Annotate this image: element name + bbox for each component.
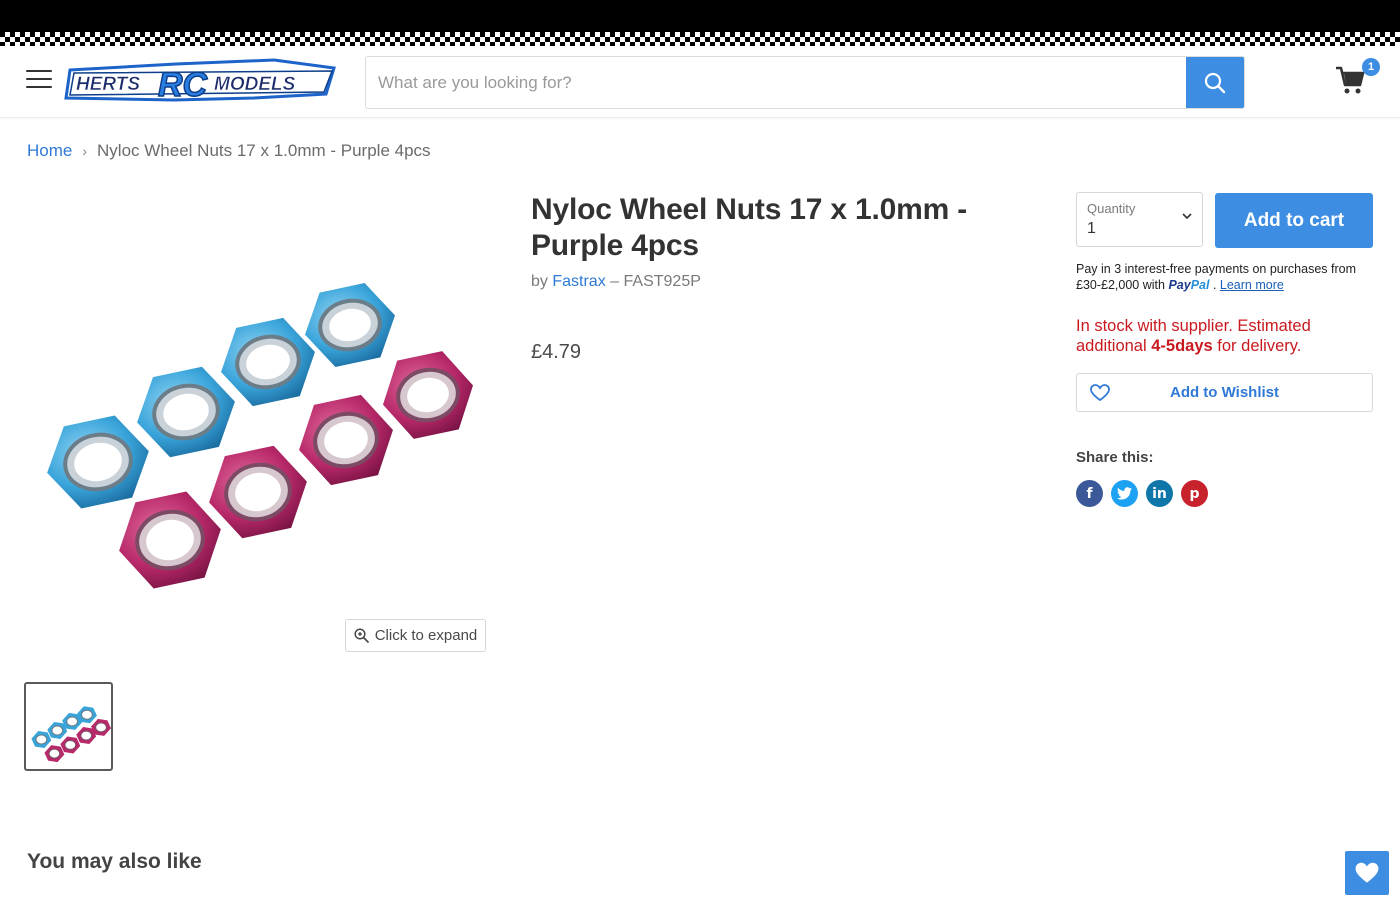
product-thumbnail[interactable] bbox=[24, 682, 113, 771]
twitter-bird-icon bbox=[1117, 487, 1132, 500]
breadcrumb: Home › Nyloc Wheel Nuts 17 x 1.0mm - Pur… bbox=[27, 141, 431, 161]
add-to-wishlist-button[interactable]: Add to Wishlist bbox=[1076, 373, 1373, 412]
paypal-learn-more-link[interactable]: Learn more bbox=[1220, 278, 1284, 292]
by-label: by bbox=[531, 273, 548, 290]
cart-button[interactable]: 1 bbox=[1334, 58, 1380, 100]
pinterest-share-icon[interactable]: p bbox=[1181, 480, 1208, 507]
search-input[interactable] bbox=[366, 57, 1186, 108]
share-icons: f in p bbox=[1076, 480, 1208, 507]
breadcrumb-separator: › bbox=[82, 143, 88, 159]
product-vendor-line: by Fastrax – FAST925P bbox=[531, 273, 701, 291]
site-logo[interactable]: HERTS RC MODELS bbox=[64, 54, 340, 110]
checkered-stripe bbox=[0, 32, 1400, 46]
search-icon bbox=[1204, 72, 1226, 93]
sku-separator: – bbox=[610, 273, 620, 290]
paypal-logo: PayPal bbox=[1168, 278, 1210, 292]
blue-nut bbox=[47, 415, 149, 509]
stock-text-post: for delivery. bbox=[1217, 337, 1302, 355]
linkedin-share-icon[interactable]: in bbox=[1146, 480, 1173, 507]
menu-button[interactable] bbox=[26, 70, 52, 92]
you-may-also-like-heading: You may also like bbox=[27, 850, 202, 873]
heart-icon bbox=[1355, 862, 1379, 883]
floating-wishlist-button[interactable] bbox=[1345, 851, 1389, 895]
menu-line bbox=[26, 86, 52, 88]
paypal-message: Pay in 3 interest-free payments on purch… bbox=[1076, 261, 1376, 293]
site-header: HERTS RC MODELS 1 bbox=[0, 46, 1400, 118]
vendor-link[interactable]: Fastrax bbox=[552, 273, 605, 290]
quantity-label: Quantity bbox=[1087, 201, 1136, 216]
heart-icon bbox=[1090, 384, 1110, 402]
zoom-in-icon bbox=[354, 628, 369, 643]
product-main-image[interactable] bbox=[30, 190, 500, 660]
product-price: £4.79 bbox=[531, 341, 582, 363]
thumbnail-image bbox=[31, 706, 111, 763]
quantity-value: 1 bbox=[1087, 220, 1096, 237]
click-to-expand-button[interactable]: Click to expand bbox=[345, 619, 486, 652]
search-bar bbox=[365, 56, 1245, 109]
menu-line bbox=[26, 70, 52, 72]
svg-text:MODELS: MODELS bbox=[214, 74, 296, 95]
svg-text:RC: RC bbox=[158, 66, 208, 104]
product-title: Nyloc Wheel Nuts 17 x 1.0mm - Purple 4pc… bbox=[531, 193, 968, 262]
menu-line bbox=[26, 78, 52, 80]
facebook-share-icon[interactable]: f bbox=[1076, 480, 1103, 507]
stock-days: 4-5days bbox=[1151, 337, 1213, 355]
cart-count-badge: 1 bbox=[1362, 58, 1380, 76]
product-sku: FAST925P bbox=[623, 273, 701, 290]
stock-status: In stock with supplier. Estimated additi… bbox=[1076, 316, 1376, 356]
add-to-cart-button[interactable]: Add to cart bbox=[1215, 193, 1373, 248]
search-button[interactable] bbox=[1186, 57, 1244, 108]
paypal-dot: . bbox=[1212, 278, 1217, 292]
breadcrumb-home-link[interactable]: Home bbox=[27, 141, 72, 161]
product-image-nuts bbox=[47, 283, 473, 589]
svg-text:HERTS: HERTS bbox=[76, 74, 140, 95]
chevron-down-icon bbox=[1182, 213, 1192, 220]
expand-label: Click to expand bbox=[374, 627, 478, 644]
wishlist-label: Add to Wishlist bbox=[1169, 384, 1280, 401]
twitter-share-icon[interactable] bbox=[1111, 480, 1138, 507]
quantity-select[interactable]: Quantity 1 bbox=[1076, 192, 1203, 247]
breadcrumb-current: Nyloc Wheel Nuts 17 x 1.0mm - Purple 4pc… bbox=[97, 141, 431, 160]
share-title: Share this: bbox=[1076, 449, 1154, 466]
paypal-text: Pay in 3 interest-free payments on purch… bbox=[1076, 262, 1356, 292]
